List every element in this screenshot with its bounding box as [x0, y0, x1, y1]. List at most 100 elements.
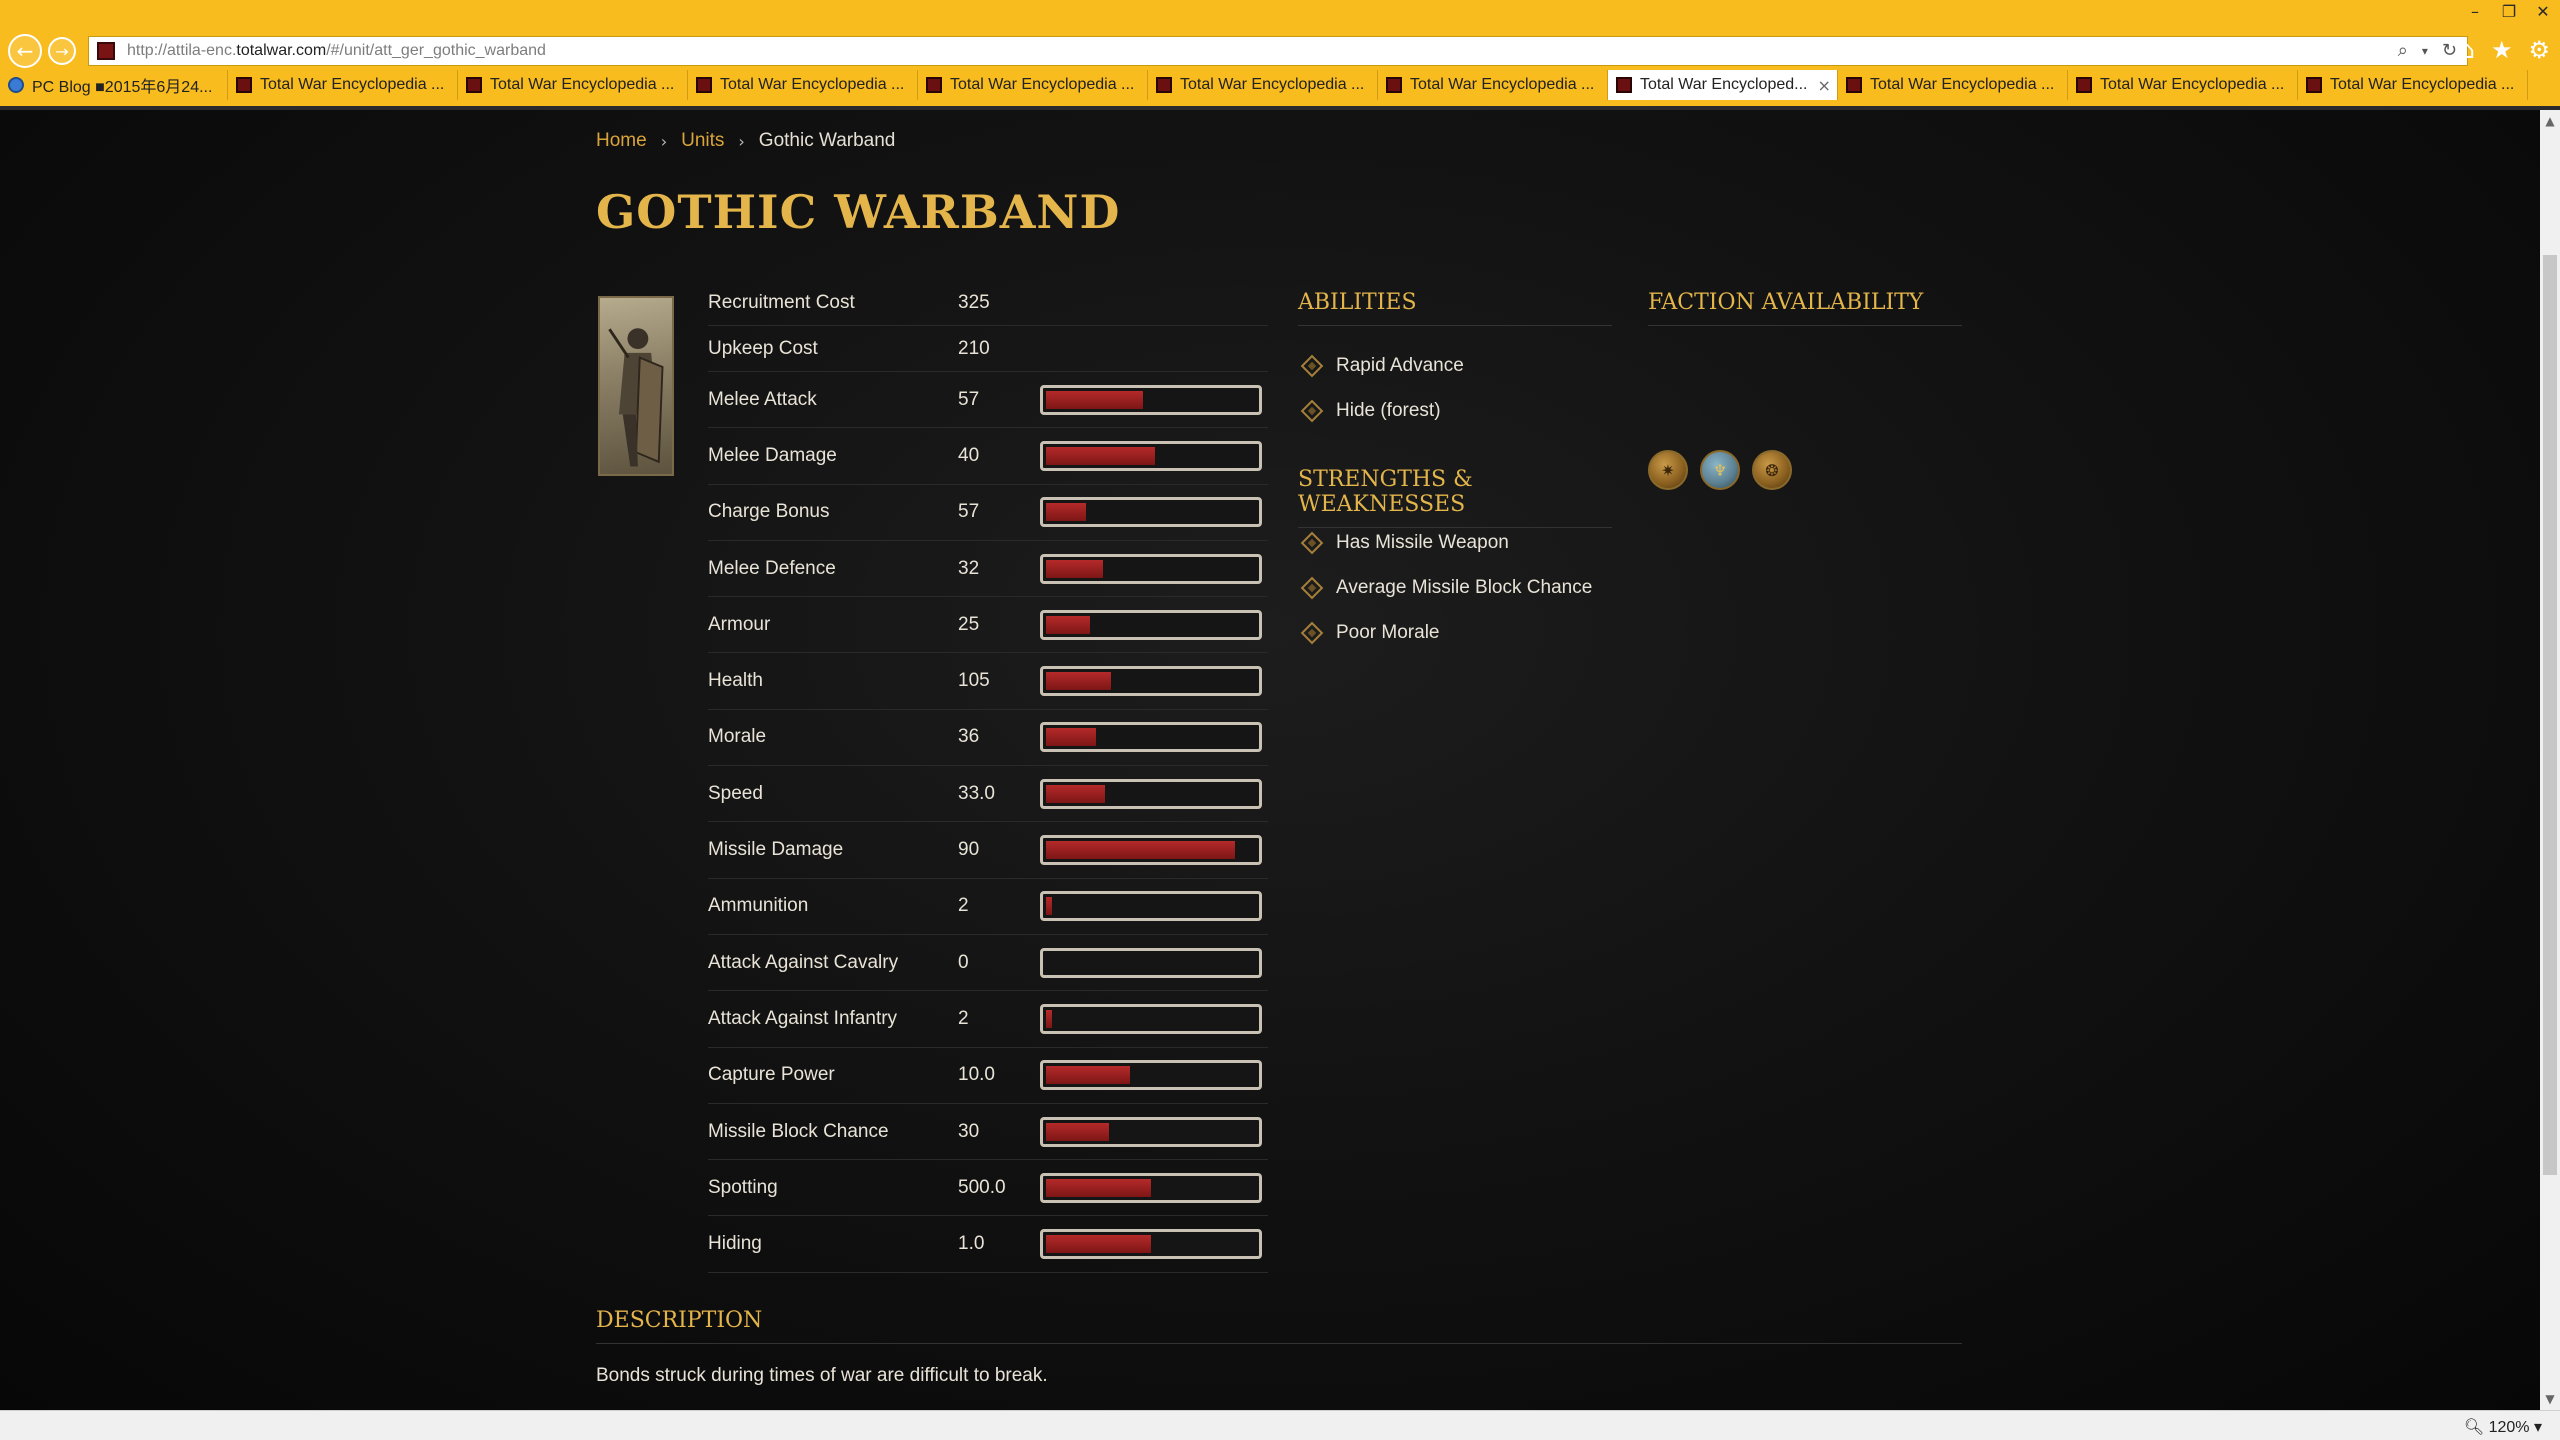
address-bar[interactable]: http://attila-enc.totalwar.com/#/unit/at…	[88, 36, 2468, 66]
stat-label: Upkeep Cost	[708, 337, 818, 359]
stat-bar-fill	[1046, 1178, 1151, 1197]
stat-bar	[1040, 722, 1262, 753]
window-controls: – ❐ ✕	[2458, 0, 2560, 22]
browser-tab[interactable]: Total War Encyclopedia ...	[228, 70, 458, 100]
faction-emblem-icon[interactable]: ♆	[1700, 450, 1740, 490]
browser-tab[interactable]: Total War Encyclopedia ...	[1148, 70, 1378, 100]
tab-label: Total War Encyclopedia ...	[1870, 76, 2055, 93]
stat-bar-fill	[1046, 784, 1105, 803]
faction-emblem-icon[interactable]: ✷	[1648, 450, 1688, 490]
scrollbar-thumb[interactable]	[2543, 255, 2557, 1175]
browser-tab[interactable]: Total War Encyclopedia ...	[2298, 70, 2528, 100]
stat-bar-fill	[1046, 841, 1235, 860]
url-domain: totalwar.com	[236, 42, 327, 59]
browser-tab[interactable]: Total War Encyclopedia ...	[2068, 70, 2298, 100]
stat-row: Melee Defence 32	[708, 541, 1268, 598]
tab-favicon-icon	[1386, 77, 1402, 93]
stat-bar	[1040, 609, 1262, 640]
stat-bar-fill	[1046, 672, 1112, 691]
stat-row: Ammunition 2	[708, 879, 1268, 935]
stat-bar	[1040, 666, 1262, 697]
strengths-item[interactable]: Has Missile Weapon	[1298, 520, 1592, 565]
breadcrumb-home-link[interactable]: Home	[596, 130, 647, 152]
zoom-label: 120%	[2488, 1419, 2530, 1436]
scroll-up-icon[interactable]: ▲	[2540, 114, 2560, 128]
breadcrumb: Home › Units › Gothic Warband	[596, 130, 895, 152]
favorites-star-icon[interactable]: ★	[2491, 36, 2513, 64]
abilities-item[interactable]: Hide (forest)	[1298, 388, 1464, 433]
stat-label: Morale	[708, 726, 767, 748]
stat-value: 33.0	[958, 782, 995, 804]
restore-icon[interactable]: ❐	[2492, 0, 2526, 22]
stat-row: Spotting 500.0	[708, 1160, 1268, 1217]
browser-chrome: – ❐ ✕ ← → http://attila-enc.totalwar.com…	[0, 0, 2560, 115]
faction-emblem-icon[interactable]: ❂	[1752, 450, 1792, 490]
stat-label: Speed	[708, 782, 763, 804]
search-icon[interactable]: ⌕	[2398, 40, 2408, 61]
stat-value: 105	[958, 670, 990, 692]
browser-tab[interactable]: Total War Encyclopedia ...	[918, 70, 1148, 100]
stat-label: Spotting	[708, 1176, 778, 1198]
dropdown-icon[interactable]: ▾	[2422, 40, 2428, 61]
diamond-bullet-icon	[1300, 399, 1324, 422]
url-text[interactable]: http://attila-enc.totalwar.com/#/unit/at…	[127, 42, 546, 60]
stat-value: 500.0	[958, 1176, 1006, 1198]
stat-bar	[1040, 1172, 1262, 1203]
description-text: Bonds struck during times of war are dif…	[596, 1365, 1048, 1386]
tab-label: PC Blog ■2015年6月24...	[32, 79, 213, 96]
breadcrumb-units-link[interactable]: Units	[681, 130, 724, 152]
strengths-item[interactable]: Poor Morale	[1298, 610, 1592, 655]
stat-value: 90	[958, 839, 980, 861]
tab-label: Total War Encyclopedia ...	[260, 76, 445, 93]
tab-favicon-icon	[236, 77, 252, 93]
stat-label: Health	[708, 670, 763, 692]
stat-row: Capture Power 10.0	[708, 1048, 1268, 1104]
tab-close-icon[interactable]: ×	[1817, 76, 1830, 95]
stat-bar	[1040, 1003, 1262, 1034]
browser-tab[interactable]: Total War Encyclopedia ...	[688, 70, 918, 100]
stat-bar-fill	[1046, 446, 1156, 465]
minimize-icon[interactable]: –	[2458, 0, 2492, 22]
browser-tab[interactable]: Total War Encyclopedia ...	[458, 70, 688, 100]
scroll-down-icon[interactable]: ▼	[2540, 1392, 2560, 1406]
tab-favicon-icon	[8, 77, 24, 93]
back-button[interactable]: ←	[8, 34, 42, 68]
vertical-scrollbar[interactable]: ▲ ▼	[2540, 110, 2560, 1410]
stat-bar-fill	[1046, 1009, 1053, 1028]
stat-label: Ammunition	[708, 895, 809, 917]
tab-label: Total War Encyclopedia ...	[490, 76, 675, 93]
refresh-icon[interactable]: ↻	[2442, 40, 2457, 61]
tab-favicon-icon	[1846, 77, 1862, 93]
strengths-item[interactable]: Average Missile Block Chance	[1298, 565, 1592, 610]
chevron-right-icon: ›	[660, 131, 668, 151]
stat-label: Hiding	[708, 1233, 762, 1255]
chevron-right-icon: ›	[738, 131, 745, 151]
stat-label: Armour	[708, 613, 771, 635]
stat-value: 10.0	[958, 1064, 995, 1086]
zoom-level[interactable]: 🔍︎ 120% ▾	[2464, 1417, 2542, 1437]
stat-bar-fill	[1046, 390, 1143, 409]
browser-tab[interactable]: PC Blog ■2015年6月24...	[0, 70, 228, 100]
browser-tab[interactable]: Total War Encycloped... ×	[1608, 70, 1838, 100]
forward-button[interactable]: →	[48, 37, 76, 65]
browser-tab[interactable]: Total War Encyclopedia ...	[1378, 70, 1608, 100]
stat-bar	[1040, 1229, 1262, 1260]
tab-favicon-icon	[466, 77, 482, 93]
tab-favicon-icon	[2076, 77, 2092, 93]
diamond-bullet-icon	[1300, 354, 1324, 377]
arrow-right-icon: →	[55, 41, 69, 61]
stat-value: 2	[958, 895, 969, 917]
close-window-icon[interactable]: ✕	[2526, 0, 2560, 22]
tab-favicon-icon	[2306, 77, 2322, 93]
browser-tab[interactable]: Total War Encyclopedia ...	[1838, 70, 2068, 100]
breadcrumb-current: Gothic Warband	[758, 130, 896, 151]
stat-bar	[1040, 1060, 1262, 1091]
stat-label: Melee Damage	[708, 444, 837, 466]
stat-bar-fill	[1046, 503, 1086, 522]
settings-gear-icon[interactable]: ⚙	[2528, 36, 2550, 64]
home-icon[interactable]: ⌂	[2460, 36, 2475, 64]
tab-strip: PC Blog ■2015年6月24... Total War Encyclope…	[0, 70, 2560, 100]
abilities-item[interactable]: Rapid Advance	[1298, 343, 1464, 388]
stat-row: Melee Attack 57	[708, 372, 1268, 429]
stat-label: Missile Damage	[708, 839, 844, 861]
